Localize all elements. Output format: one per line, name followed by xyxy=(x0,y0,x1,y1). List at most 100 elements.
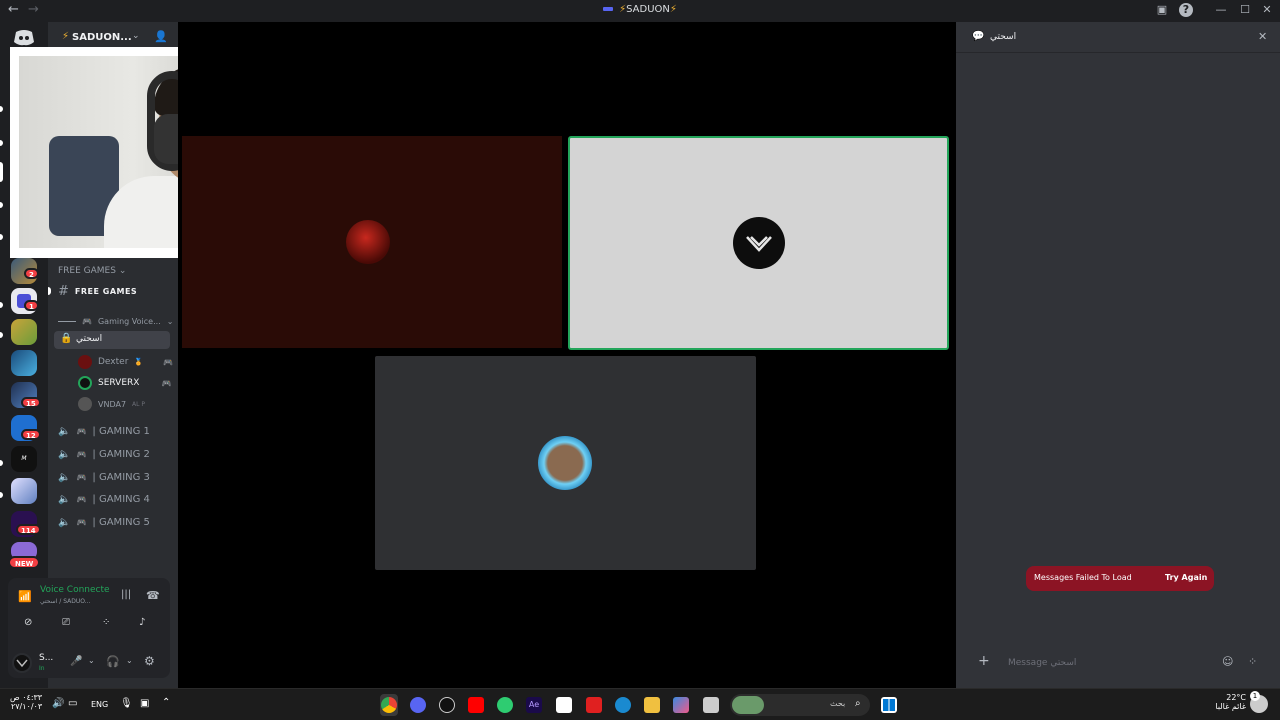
voice-member[interactable]: VNDA7 AL P xyxy=(78,395,145,413)
voice-channel[interactable]: 🔈 🎮 | GAMING 5 xyxy=(58,513,150,531)
signal-icon[interactable]: 📶 xyxy=(18,590,32,603)
server-icon[interactable] xyxy=(11,478,37,504)
soundboard-icon[interactable]: ♪ xyxy=(139,617,145,628)
maximize-icon[interactable]: ☐ xyxy=(1238,3,1252,17)
tray-app-icon[interactable]: ▣ xyxy=(140,698,149,709)
unread-pill xyxy=(0,140,3,146)
server-name: SADUON... xyxy=(72,32,132,43)
inbox-icon[interactable]: ▣ xyxy=(1155,3,1169,17)
lightning-icon: ⚡ xyxy=(62,31,70,42)
notification-count[interactable]: 1 xyxy=(1250,691,1260,701)
microphone-icon[interactable]: 🎤 xyxy=(70,656,82,667)
participant-tile-speaking[interactable] xyxy=(568,136,949,350)
voice-channel-active[interactable]: 🔒 اسحتي xyxy=(54,331,170,349)
voice-channel[interactable]: 🔈 🎮 | GAMING 4 xyxy=(58,490,150,508)
screen-share-icon[interactable]: ⎚ xyxy=(62,617,70,628)
close-window-icon[interactable]: ✕ xyxy=(1260,3,1274,17)
weather-widget[interactable]: 22°C غائم غالبا xyxy=(1214,693,1246,711)
help-icon[interactable]: ? xyxy=(1179,3,1193,17)
chevron-up-icon[interactable]: ⌃ xyxy=(162,697,170,708)
after-effects-icon[interactable]: Ae xyxy=(526,697,542,713)
chat-panel: 💬 اسحتي ✕ Messages Failed To Load Try Ag… xyxy=(956,22,1280,688)
app-icon[interactable] xyxy=(497,697,513,713)
voice-member[interactable]: Dexter 🏅 🎮 xyxy=(78,353,173,371)
title-bar: ← → ⚡SADUON⚡ ▣ ? — ☐ ✕ xyxy=(0,0,1280,22)
voice-actions: ⊘ ⎚ ⁘ ♪ xyxy=(14,614,164,634)
file-explorer-icon[interactable] xyxy=(644,697,660,713)
unread-pill xyxy=(0,332,3,338)
voice-location[interactable]: اسحتي / SADUO... xyxy=(40,598,112,605)
channel-free-games[interactable]: # FREE GAMES xyxy=(58,282,137,300)
disconnect-icon[interactable]: ☎ xyxy=(146,589,160,602)
microphone-icon[interactable]: 🎙 xyxy=(120,698,133,709)
speaker-icon: 🔈 xyxy=(58,493,71,505)
voice-channel[interactable]: 🔈 🎮 | GAMING 2 xyxy=(58,445,150,463)
volume-icon[interactable]: 🔊 xyxy=(52,698,64,709)
apps-icon[interactable]: ⁘ xyxy=(1248,655,1257,668)
voice-member[interactable]: SERVERX 🎮 xyxy=(78,374,171,392)
badge-icon: 🏅 xyxy=(134,358,144,366)
edge-icon[interactable] xyxy=(615,697,631,713)
app-icon[interactable] xyxy=(439,697,455,713)
chevron-down-icon: ⌄ xyxy=(118,266,127,276)
search-highlight-image xyxy=(732,696,764,714)
youtube-icon[interactable] xyxy=(468,697,484,713)
network-icon[interactable]: ▭ xyxy=(68,698,77,709)
server-icon[interactable] xyxy=(11,319,37,345)
user-status: In xyxy=(39,665,45,672)
discord-icon[interactable] xyxy=(11,28,37,48)
search-icon: ⌕ xyxy=(855,698,861,709)
copilot-icon[interactable] xyxy=(673,697,689,713)
category-gaming-voice[interactable]: 🎮 Gaming Voice... ⌄ xyxy=(58,312,173,330)
chevron-down-icon[interactable]: ⌄ xyxy=(88,656,95,665)
windows-start-icon[interactable] xyxy=(881,697,897,713)
category-free-games[interactable]: FREE GAMES ⌄ xyxy=(58,266,126,276)
server-icon[interactable] xyxy=(11,350,37,376)
participant-tile[interactable] xyxy=(375,356,756,570)
avatar[interactable] xyxy=(12,653,32,673)
clock[interactable]: ٠٤:٣٣ ص ٢٧/١٠/٠٣ xyxy=(10,693,42,711)
chevron-down-icon[interactable]: ⌄ xyxy=(126,656,133,665)
chevron-down-icon: ⌄ xyxy=(132,31,140,41)
error-toast: Messages Failed To Load Try Again xyxy=(1026,566,1214,591)
camera-off-icon[interactable]: ⊘ xyxy=(24,617,32,628)
add-attachment-icon[interactable]: + xyxy=(978,653,990,669)
language-indicator[interactable]: ENG xyxy=(91,700,108,709)
settings-gear-icon[interactable]: ⚙ xyxy=(144,654,155,668)
lock-icon: 🔒 xyxy=(60,333,73,344)
noise-suppression-icon[interactable]: ||| xyxy=(121,589,131,600)
server-icon[interactable]: M xyxy=(11,446,37,472)
voice-channel[interactable]: 🔈 🎮 | GAMING 1 xyxy=(58,422,150,440)
avatar xyxy=(78,355,92,369)
close-icon[interactable]: ✕ xyxy=(1258,30,1267,43)
app-icon[interactable] xyxy=(556,697,572,713)
add-friend-icon[interactable]: 👤 xyxy=(154,30,168,43)
user-panel: S... In 🎤 ⌄ 🎧 ⌄ ⚙ xyxy=(8,650,170,678)
unread-pill xyxy=(0,460,3,466)
gamepad-icon: 🎮 xyxy=(161,378,172,388)
selected-pill xyxy=(0,162,3,182)
notification-badge: 1 xyxy=(24,300,39,311)
new-badge: NEW xyxy=(8,556,41,569)
chevron-down-icon: ⌄ xyxy=(166,316,174,326)
voice-channel[interactable]: 🔈 🎮 | GAMING 3 xyxy=(58,468,150,486)
voice-status: Voice Connecte xyxy=(40,585,110,595)
activities-icon[interactable]: ⁘ xyxy=(102,617,110,628)
message-input[interactable]: Message اسحتي xyxy=(1008,658,1076,668)
headphones-icon[interactable]: 🎧 xyxy=(106,655,120,668)
unread-pill xyxy=(0,492,3,498)
error-text: Messages Failed To Load xyxy=(1034,573,1132,582)
chrome-icon[interactable] xyxy=(380,694,398,716)
hashtag-icon: # xyxy=(58,283,69,299)
participant-tile[interactable] xyxy=(182,136,562,348)
emoji-icon[interactable]: ☺ xyxy=(1222,655,1233,668)
unread-pill xyxy=(0,106,3,112)
discord-app-icon[interactable] xyxy=(410,697,426,713)
taskbar-search[interactable]: بحث ⌕ xyxy=(730,694,870,716)
app-icon[interactable] xyxy=(703,697,719,713)
gamepad-icon: 🎮 xyxy=(76,426,87,436)
minimize-icon[interactable]: — xyxy=(1214,3,1228,17)
avatar xyxy=(78,397,92,411)
try-again-button[interactable]: Try Again xyxy=(1165,573,1207,582)
wps-icon[interactable] xyxy=(586,697,602,713)
